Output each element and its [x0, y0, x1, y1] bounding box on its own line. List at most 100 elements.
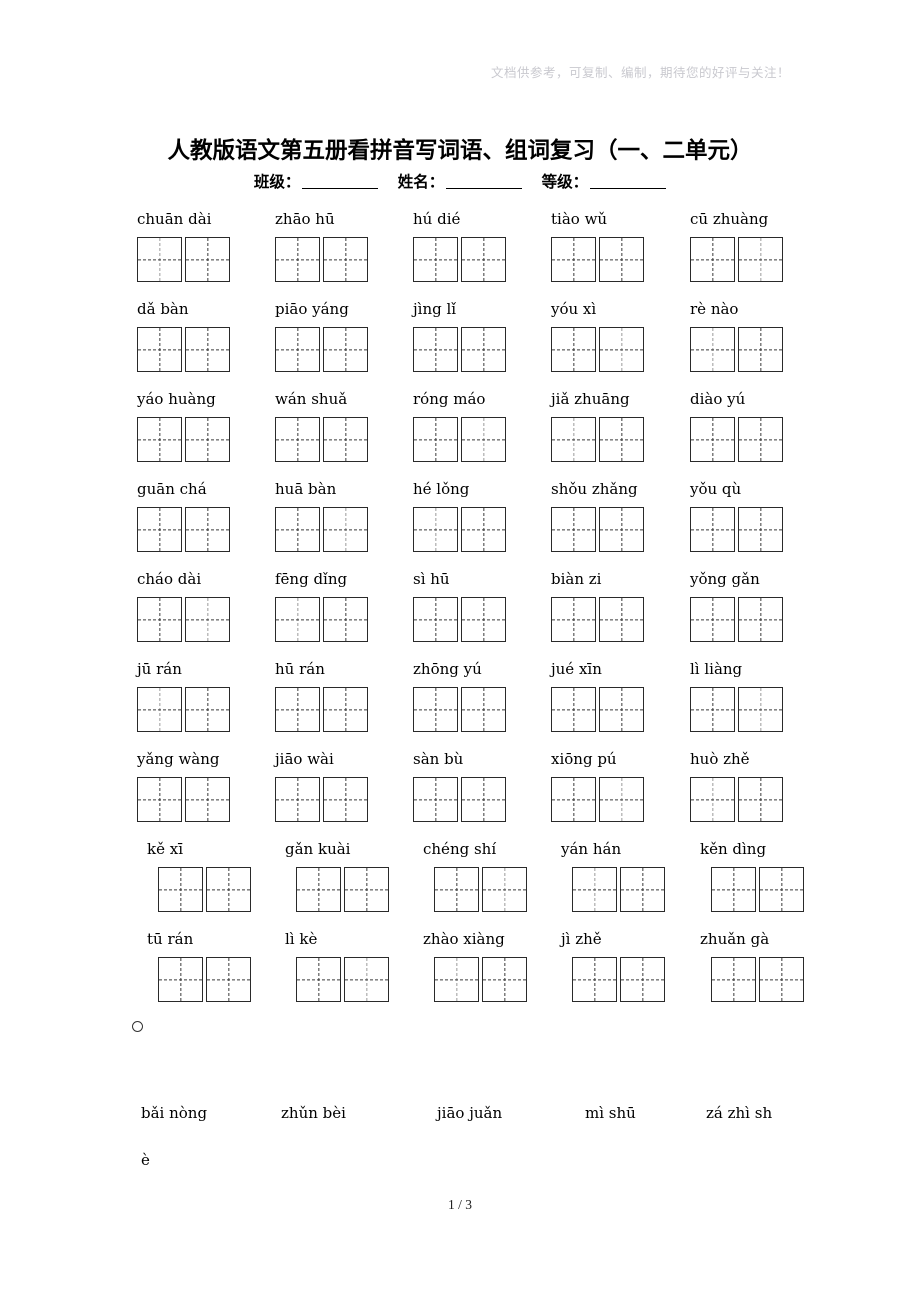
- character-write-box[interactable]: [158, 867, 203, 912]
- character-write-box[interactable]: [185, 237, 230, 282]
- character-write-box[interactable]: [461, 417, 506, 462]
- character-write-box[interactable]: [599, 507, 644, 552]
- character-write-box[interactable]: [413, 687, 458, 732]
- character-write-box[interactable]: [185, 687, 230, 732]
- character-write-box[interactable]: [137, 327, 182, 372]
- character-write-box[interactable]: [572, 867, 617, 912]
- worksheet-page: 文档供参考，可复制、编制，期待您的好评与关注！ 人教版语文第五册看拼音写词语、组…: [0, 0, 920, 1302]
- character-write-box[interactable]: [759, 957, 804, 1002]
- character-write-box[interactable]: [461, 237, 506, 282]
- character-write-box[interactable]: [137, 687, 182, 732]
- character-write-box[interactable]: [275, 777, 320, 822]
- character-write-box[interactable]: [599, 687, 644, 732]
- character-box-group: [690, 237, 783, 282]
- character-write-box[interactable]: [599, 327, 644, 372]
- character-write-box[interactable]: [738, 507, 783, 552]
- character-write-box[interactable]: [158, 957, 203, 1002]
- character-write-box[interactable]: [137, 597, 182, 642]
- worksheet-row: guān chá huā bàn hé lǒng shǒu zhǎng yǒu qù: [0, 482, 920, 572]
- character-write-box[interactable]: [296, 867, 341, 912]
- character-write-box[interactable]: [185, 777, 230, 822]
- character-write-box[interactable]: [738, 237, 783, 282]
- character-write-box[interactable]: [413, 507, 458, 552]
- character-box-group: [413, 327, 506, 372]
- character-write-box[interactable]: [413, 417, 458, 462]
- character-write-box[interactable]: [738, 687, 783, 732]
- character-write-box[interactable]: [323, 417, 368, 462]
- character-write-box[interactable]: [434, 867, 479, 912]
- character-write-box[interactable]: [620, 867, 665, 912]
- character-write-box[interactable]: [413, 597, 458, 642]
- character-write-box[interactable]: [690, 777, 735, 822]
- character-write-box[interactable]: [185, 597, 230, 642]
- character-write-box[interactable]: [711, 957, 756, 1002]
- pinyin-label: kě xī: [147, 840, 183, 858]
- character-write-box[interactable]: [738, 597, 783, 642]
- character-write-box[interactable]: [551, 597, 596, 642]
- character-write-box[interactable]: [185, 507, 230, 552]
- character-write-box[interactable]: [296, 957, 341, 1002]
- character-write-box[interactable]: [413, 237, 458, 282]
- character-write-box[interactable]: [323, 597, 368, 642]
- character-write-box[interactable]: [551, 237, 596, 282]
- character-write-box[interactable]: [690, 687, 735, 732]
- character-write-box[interactable]: [461, 777, 506, 822]
- character-write-box[interactable]: [206, 867, 251, 912]
- character-write-box[interactable]: [323, 687, 368, 732]
- character-write-box[interactable]: [275, 597, 320, 642]
- character-write-box[interactable]: [185, 417, 230, 462]
- pinyin-label: tū rán: [147, 930, 194, 948]
- character-write-box[interactable]: [759, 867, 804, 912]
- character-write-box[interactable]: [482, 867, 527, 912]
- grade-blank[interactable]: [590, 176, 667, 189]
- class-blank[interactable]: [302, 176, 379, 189]
- character-write-box[interactable]: [461, 687, 506, 732]
- character-write-box[interactable]: [599, 777, 644, 822]
- character-write-box[interactable]: [738, 777, 783, 822]
- character-write-box[interactable]: [599, 597, 644, 642]
- character-write-box[interactable]: [620, 957, 665, 1002]
- character-write-box[interactable]: [413, 327, 458, 372]
- character-write-box[interactable]: [206, 957, 251, 1002]
- character-write-box[interactable]: [551, 777, 596, 822]
- character-write-box[interactable]: [323, 507, 368, 552]
- character-write-box[interactable]: [137, 507, 182, 552]
- character-write-box[interactable]: [275, 327, 320, 372]
- character-write-box[interactable]: [551, 417, 596, 462]
- character-write-box[interactable]: [137, 237, 182, 282]
- character-write-box[interactable]: [551, 327, 596, 372]
- character-write-box[interactable]: [275, 507, 320, 552]
- character-write-box[interactable]: [344, 867, 389, 912]
- character-write-box[interactable]: [690, 327, 735, 372]
- name-blank[interactable]: [446, 176, 523, 189]
- character-write-box[interactable]: [461, 327, 506, 372]
- character-write-box[interactable]: [551, 507, 596, 552]
- character-write-box[interactable]: [690, 597, 735, 642]
- character-write-box[interactable]: [690, 417, 735, 462]
- character-write-box[interactable]: [275, 687, 320, 732]
- character-write-box[interactable]: [461, 597, 506, 642]
- character-write-box[interactable]: [738, 327, 783, 372]
- character-write-box[interactable]: [137, 777, 182, 822]
- character-write-box[interactable]: [551, 687, 596, 732]
- character-write-box[interactable]: [275, 237, 320, 282]
- character-write-box[interactable]: [323, 237, 368, 282]
- character-write-box[interactable]: [185, 327, 230, 372]
- pinyin-label: zhōng yú: [413, 660, 482, 678]
- character-write-box[interactable]: [413, 777, 458, 822]
- character-write-box[interactable]: [599, 417, 644, 462]
- character-write-box[interactable]: [323, 327, 368, 372]
- character-write-box[interactable]: [738, 417, 783, 462]
- character-write-box[interactable]: [690, 507, 735, 552]
- character-write-box[interactable]: [323, 777, 368, 822]
- character-write-box[interactable]: [434, 957, 479, 1002]
- character-write-box[interactable]: [482, 957, 527, 1002]
- character-write-box[interactable]: [137, 417, 182, 462]
- character-write-box[interactable]: [461, 507, 506, 552]
- character-write-box[interactable]: [599, 237, 644, 282]
- character-write-box[interactable]: [344, 957, 389, 1002]
- character-write-box[interactable]: [275, 417, 320, 462]
- character-write-box[interactable]: [572, 957, 617, 1002]
- character-write-box[interactable]: [690, 237, 735, 282]
- character-write-box[interactable]: [711, 867, 756, 912]
